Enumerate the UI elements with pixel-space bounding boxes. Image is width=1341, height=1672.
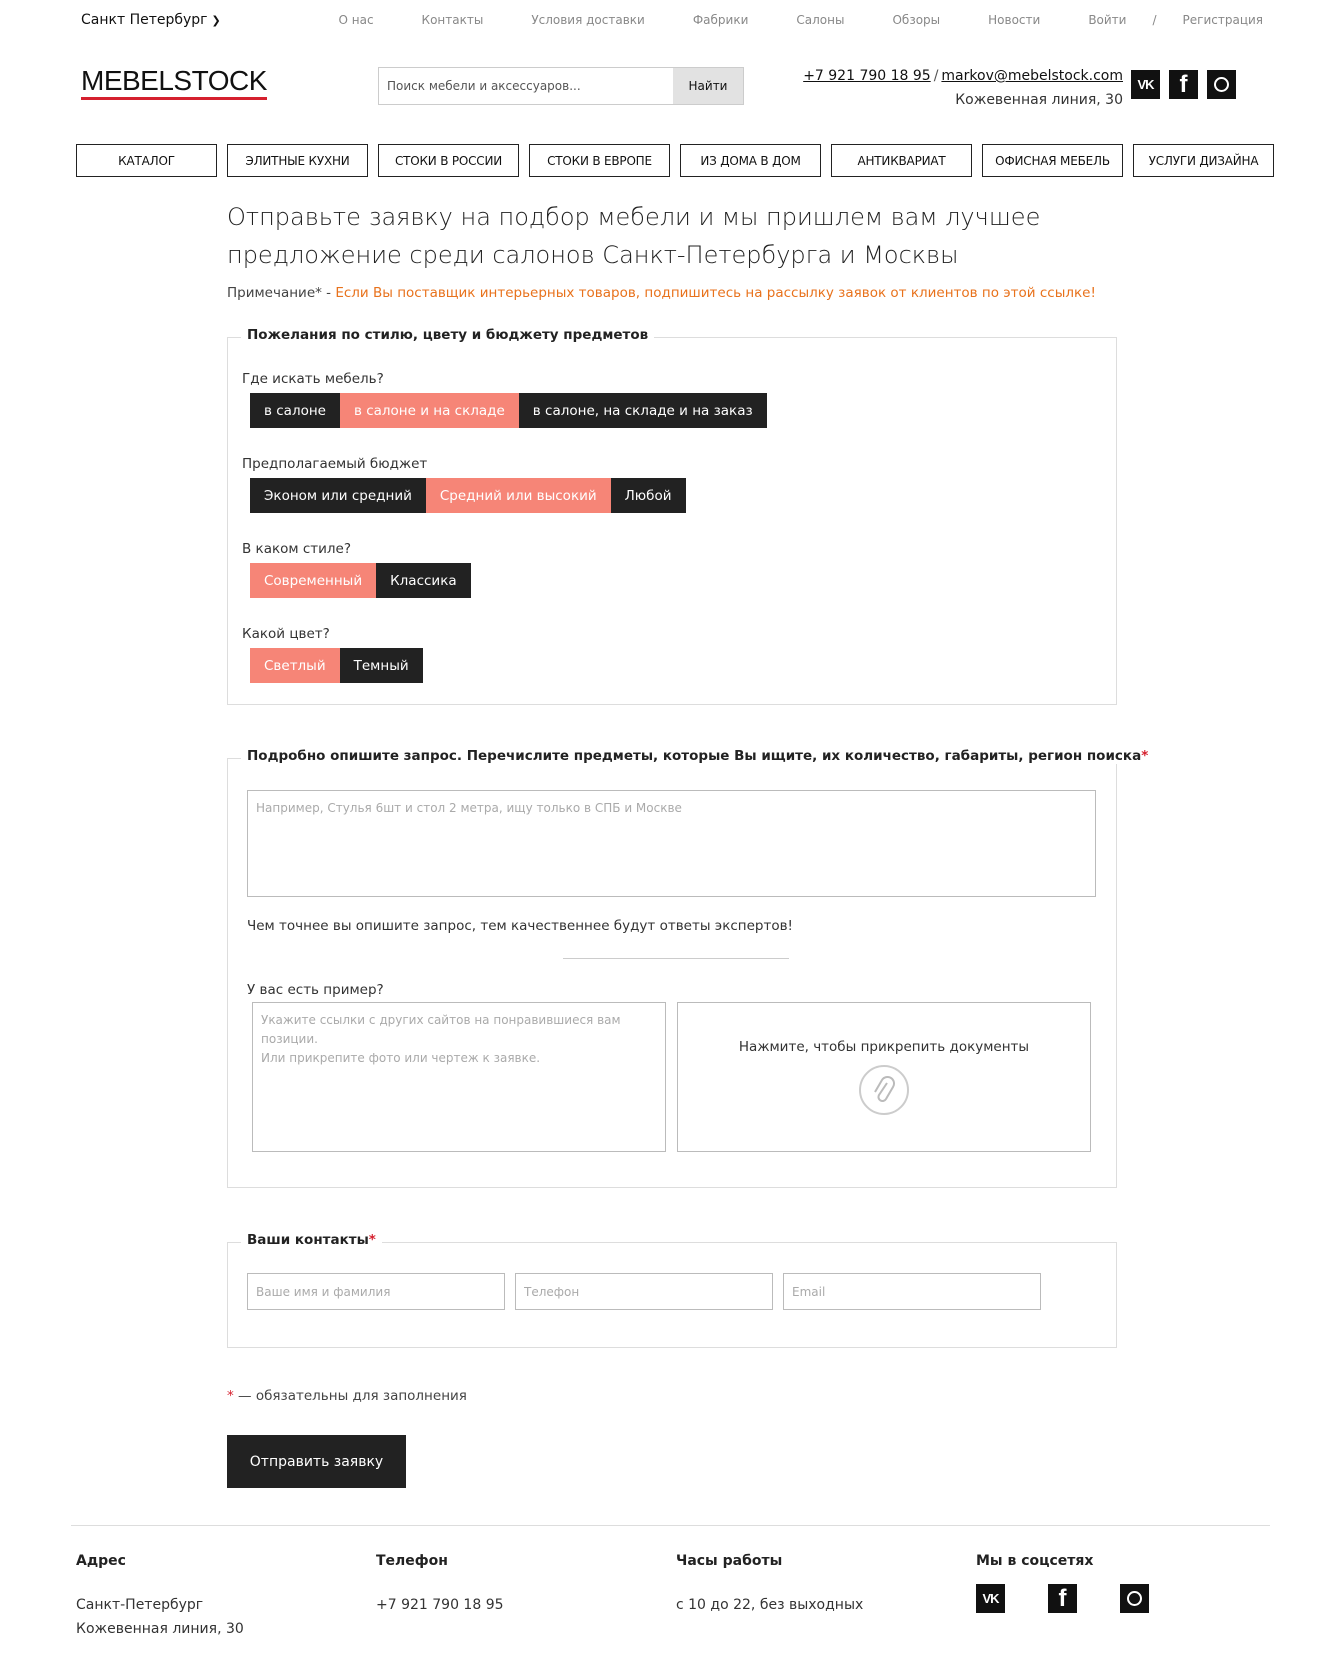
budget-options: Эконом или средний Средний или высокий Л… [250,478,686,513]
site-logo[interactable]: MEBELSTOCK [81,66,267,100]
budget-option-economy[interactable]: Эконом или средний [250,478,426,513]
supplier-note: Примечание* - Если Вы поставщик интерьер… [227,285,1096,301]
request-legend: Подробно опишите запрос. Перечислите пре… [241,748,1155,764]
where-label: Где искать мебель? [242,371,384,387]
where-option-salon[interactable]: в салоне [250,393,340,428]
header-email-link[interactable]: markov@mebelstock.com [941,68,1123,84]
color-option-dark[interactable]: Темный [339,648,423,683]
facebook-icon[interactable]: f [1048,1584,1077,1613]
preferences-legend: Пожелания по стилю, цвету и бюджету пред… [241,327,655,343]
footer-divider [71,1525,1270,1526]
nav-stocks-russia[interactable]: СТОКИ В РОССИИ [378,144,519,177]
name-field[interactable] [247,1273,505,1310]
nav-office-furniture[interactable]: ОФИСНАЯ МЕБЕЛЬ [982,144,1123,177]
nav-elite-kitchens[interactable]: ЭЛИТНЫЕ КУХНИ [227,144,368,177]
request-textarea[interactable] [247,790,1096,897]
nav-catalog[interactable]: КАТАЛОГ [76,144,217,177]
search-button[interactable]: Найти [673,68,743,104]
divider [563,958,789,959]
supplier-subscribe-link[interactable]: Если Вы поставщик интерьерных товаров, п… [335,285,1096,301]
chevron-down-icon: ❯ [211,13,221,27]
header-contacts: +7 921 790 18 95/markov@mebelstock.com К… [803,64,1123,112]
nav-stocks-europe[interactable]: СТОКИ В ЕВРОПЕ [529,144,670,177]
required-mark: * [1141,748,1149,764]
color-option-light[interactable]: Светлый [250,648,340,683]
footer-hours-text: с 10 до 22, без выходных [676,1597,864,1613]
required-mark: * [368,1232,376,1248]
attach-documents-area[interactable]: Нажмите, чтобы прикрепить документы [677,1002,1091,1152]
color-options: Светлый Темный [250,648,423,683]
top-nav-factories[interactable]: Фабрики [693,13,749,27]
contacts-legend: Ваши контакты* [241,1232,382,1248]
footer-phone-heading: Телефон [376,1553,448,1569]
footer-address: Адрес Санкт-Петербург Кожевенная линия, … [76,1549,244,1641]
required-star: * [227,1388,234,1404]
login-link[interactable]: Войти [1088,13,1126,27]
nav-home-to-home[interactable]: ИЗ ДОМА В ДОМ [680,144,821,177]
style-option-modern[interactable]: Современный [250,563,377,598]
paperclip-icon [859,1065,909,1115]
top-nav-contacts[interactable]: Контакты [422,13,484,27]
request-legend-text: Подробно опишите запрос. Перечислите пре… [247,748,1142,764]
contacts-legend-text: Ваши контакты [247,1232,369,1248]
note-prefix: Примечание* - [227,285,336,301]
footer-address-city: Санкт-Петербург [76,1597,204,1613]
top-nav: О нас Контакты Условия доставки Фабрики … [338,13,1263,27]
search-input[interactable] [379,68,673,104]
top-nav-delivery[interactable]: Условия доставки [531,13,645,27]
main-nav: КАТАЛОГ ЭЛИТНЫЕ КУХНИ СТОКИ В РОССИИ СТО… [76,144,1274,177]
style-label: В каком стиле? [242,541,352,557]
where-option-salon-warehouse[interactable]: в салоне и на складе [339,393,519,428]
top-nav-news[interactable]: Новости [988,13,1040,27]
email-field[interactable] [783,1273,1041,1310]
where-options: в салоне в салоне и на складе в салоне, … [250,393,767,428]
submit-request-button[interactable]: Отправить заявку [227,1435,406,1488]
nav-design-services[interactable]: УСЛУГИ ДИЗАЙНА [1133,144,1274,177]
required-note: * — обязательны для заполнения [227,1388,467,1404]
header-social: VK f [1131,70,1236,99]
footer-social-heading: Мы в соцсетях [976,1553,1094,1569]
color-label: Какой цвет? [242,626,330,642]
budget-option-high[interactable]: Средний или высокий [425,478,611,513]
footer-phone-number[interactable]: +7 921 790 18 95 [376,1593,504,1617]
where-option-all[interactable]: в салоне, на складе и на заказ [518,393,767,428]
budget-option-any[interactable]: Любой [610,478,686,513]
search-bar: Найти [378,67,744,105]
header-address: Кожевенная линия, 30 [955,92,1123,108]
vk-icon[interactable]: VK [976,1584,1005,1613]
footer-address-heading: Адрес [76,1553,126,1569]
style-option-classic[interactable]: Классика [376,563,471,598]
city-selector[interactable]: Санкт Петербург ❯ [81,12,221,28]
footer-hours: Часы работы с 10 до 22, без выходных [676,1549,863,1617]
footer-hours-heading: Часы работы [676,1553,783,1569]
top-nav-about[interactable]: О нас [338,13,373,27]
example-label: У вас есть пример? [247,982,384,998]
instagram-icon[interactable] [1120,1584,1149,1613]
top-nav-reviews[interactable]: Обзоры [892,13,940,27]
login-separator: / [1152,13,1157,27]
phone-field[interactable] [515,1273,773,1310]
attach-documents-label: Нажмите, чтобы прикрепить документы [738,1039,1030,1055]
required-note-text: — обязательны для заполнения [233,1388,467,1404]
instagram-icon[interactable] [1207,70,1236,99]
example-textarea[interactable] [252,1002,666,1152]
style-options: Современный Классика [250,563,471,598]
footer-social-icons: VK f [976,1584,1149,1613]
request-hint: Чем точнее вы опишите запрос, тем качест… [247,918,793,934]
header-phone-link[interactable]: +7 921 790 18 95 [803,68,931,84]
budget-label: Предполагаемый бюджет [242,456,428,472]
top-nav-salons[interactable]: Салоны [796,13,844,27]
footer-phone: Телефон +7 921 790 18 95 [376,1549,504,1617]
footer-address-street: Кожевенная линия, 30 [76,1621,244,1637]
facebook-icon[interactable]: f [1169,70,1198,99]
contacts-separator: / [933,68,939,84]
page-title: Отправьте заявку на подбор мебели и мы п… [227,203,1041,269]
nav-antiques[interactable]: АНТИКВАРИАТ [831,144,972,177]
vk-icon[interactable]: VK [1131,70,1160,99]
city-label: Санкт Петербург [81,12,208,28]
register-link[interactable]: Регистрация [1183,13,1263,27]
